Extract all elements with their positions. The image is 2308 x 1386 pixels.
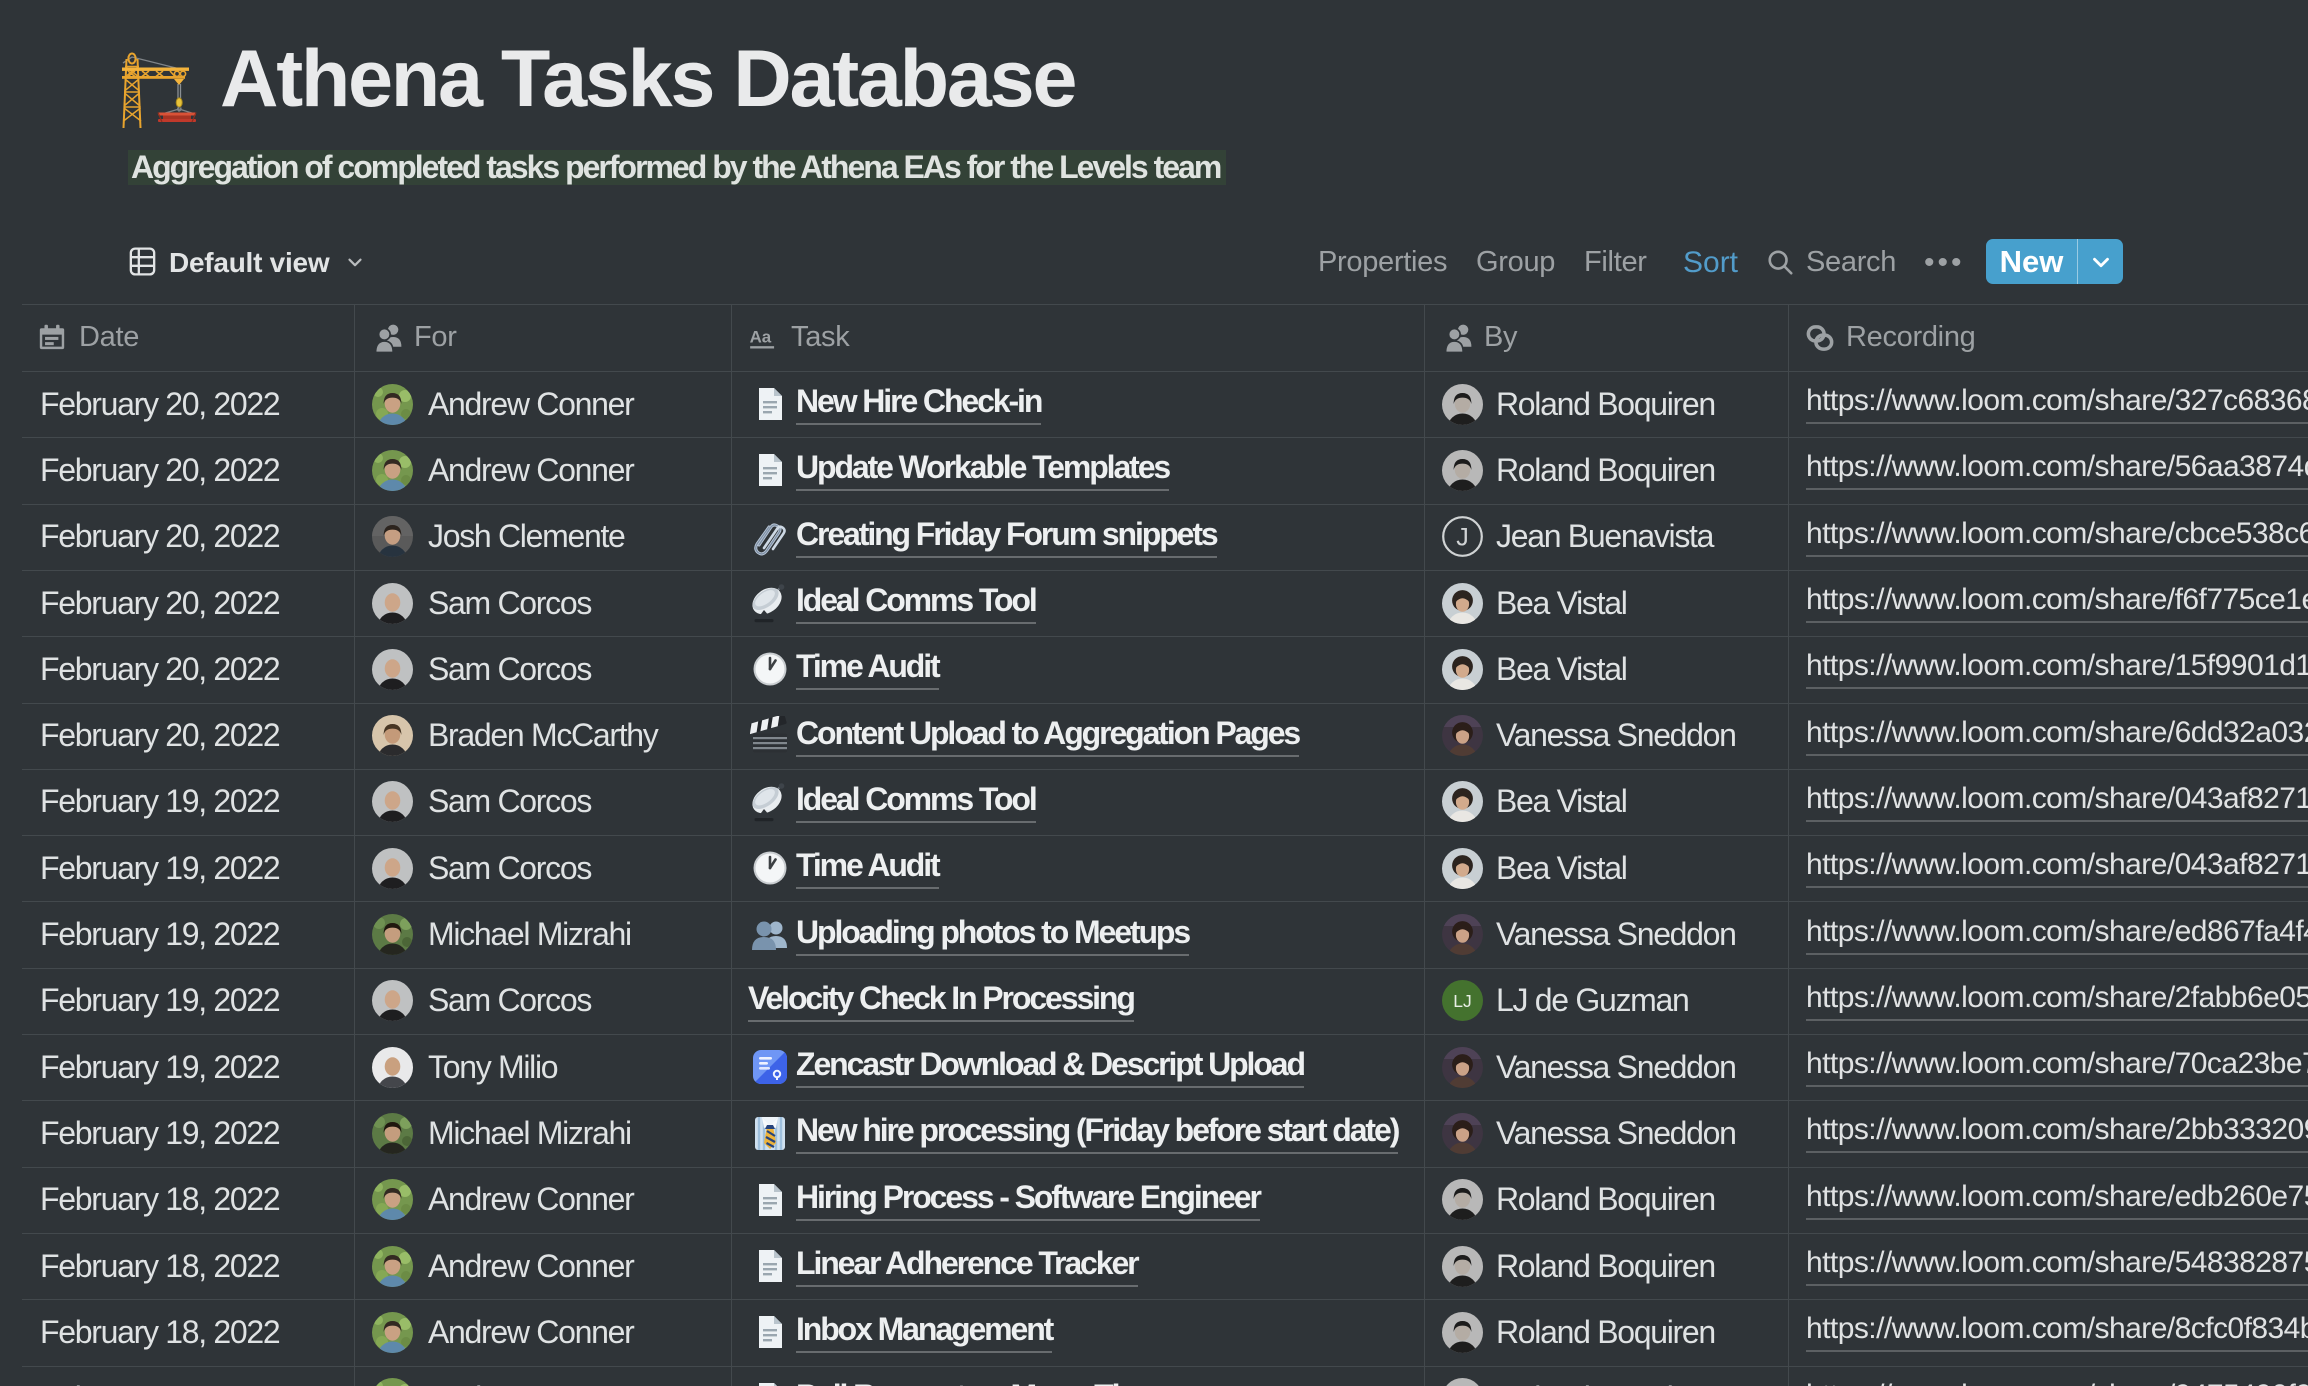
svg-text:LJ: LJ xyxy=(1453,991,1471,1011)
svg-text:J: J xyxy=(1456,524,1469,552)
svg-text:Aa: Aa xyxy=(750,327,772,346)
